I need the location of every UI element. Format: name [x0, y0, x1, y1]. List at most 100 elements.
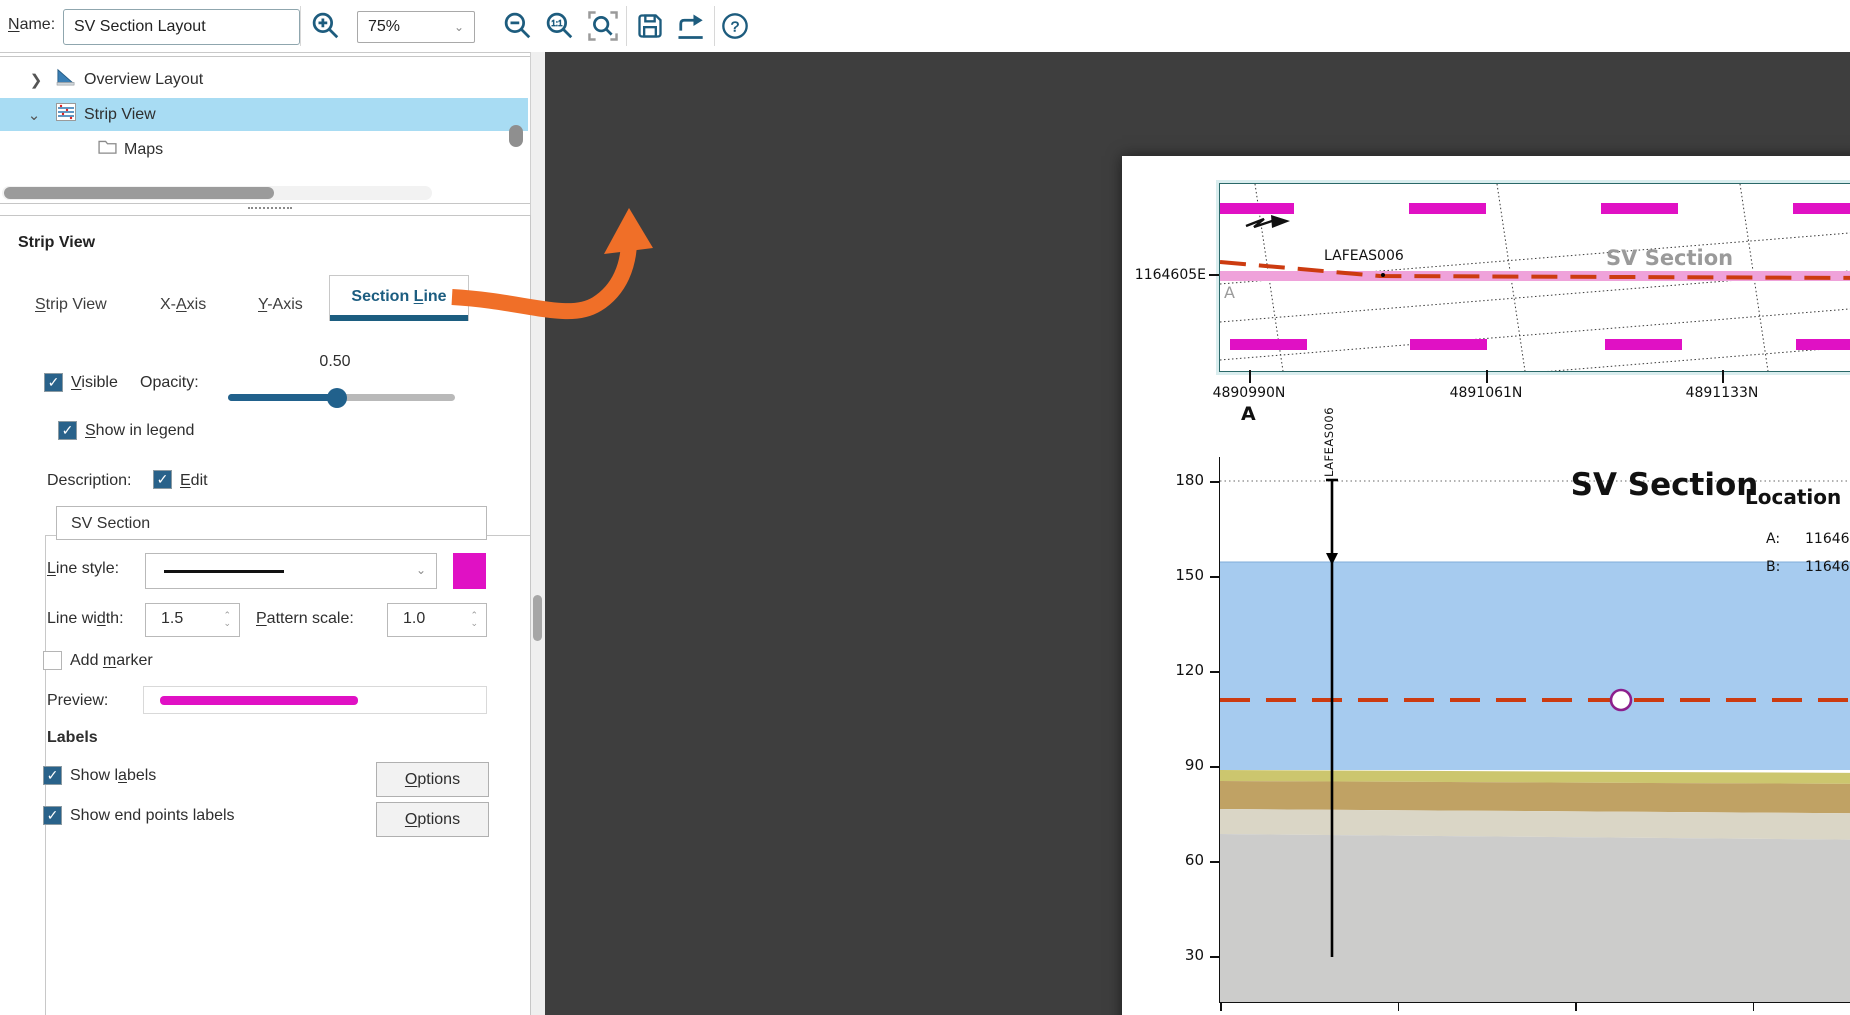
help-icon[interactable]: ?: [718, 10, 752, 42]
export-icon[interactable]: [671, 10, 709, 42]
strip-view-icon: [54, 103, 78, 126]
x-tick-mark: [1753, 1002, 1755, 1011]
line-color-swatch[interactable]: [453, 553, 486, 589]
layout-tree: ❯ Overview Layout ⌄ Strip View Maps: [0, 56, 531, 204]
map-end-a: A: [1241, 403, 1256, 425]
map-well-dot: [1381, 273, 1385, 277]
y-tick-mark: [1210, 576, 1219, 578]
zoom-fit-icon[interactable]: [584, 10, 622, 42]
line-style-sample: [164, 570, 284, 573]
line-style-select[interactable]: ⌄: [145, 553, 437, 589]
zoom-out-icon[interactable]: [500, 10, 536, 42]
tree-item-overview-layout[interactable]: ❯ Overview Layout: [0, 63, 528, 96]
vertical-gutter: [530, 52, 546, 1015]
pattern-scale-spinner[interactable]: 1.0 ⌃⌄: [387, 603, 487, 637]
tree-hscroll-thumb[interactable]: [4, 187, 274, 199]
layout-canvas: LAFEAS006 SV Section LAFEAS007 A B 11646…: [545, 52, 1850, 1015]
chevron-down-icon[interactable]: ⌄: [24, 106, 44, 124]
map-x-tick: [1249, 370, 1251, 383]
y-tick-mark: [1210, 956, 1219, 958]
active-tab-indicator: [330, 315, 468, 321]
tree-item-strip-view[interactable]: ⌄ Strip View: [0, 98, 528, 131]
x-tick-mark: [1220, 1002, 1222, 1011]
north-arrow-icon: [1244, 212, 1294, 238]
show-labels-checkbox[interactable]: ✓: [43, 766, 62, 785]
labels-header: Labels: [47, 729, 98, 747]
spinner-arrows-icon[interactable]: ⌃⌄: [223, 611, 231, 627]
zoom-in-icon[interactable]: [308, 10, 344, 42]
y-tick-label: 150: [1164, 566, 1204, 584]
application-window: Name: SV Section Layout 75% ⌄ 1:1: [0, 0, 1850, 1015]
map-well-label-left: LAFEAS006: [1324, 248, 1404, 264]
section-plot: SV Section Location A: 1164605, 4890984 …: [1219, 457, 1850, 1003]
visible-label: Visible: [71, 374, 118, 392]
map-corner-a: A: [1224, 283, 1235, 302]
location-header: Location: [1745, 485, 1841, 509]
show-end-points-options-button[interactable]: Options: [376, 802, 489, 837]
opacity-slider-fill: [228, 394, 337, 401]
section-layers: [1220, 457, 1850, 1002]
vertical-scroll-thumb[interactable]: [533, 595, 542, 641]
pattern-scale-value: 1.0: [403, 610, 425, 628]
tab-y-axis[interactable]: Y-Axis: [258, 296, 303, 314]
tab-section-line[interactable]: Section Line: [329, 275, 469, 321]
preview-label: Preview:: [47, 692, 108, 710]
location-b-value: 1164643, 4891253: [1805, 559, 1850, 575]
map-x-tick: [1722, 370, 1724, 383]
zoom-level-value: 75%: [368, 18, 400, 36]
y-tick-label: 30: [1164, 946, 1204, 964]
line-width-spinner[interactable]: 1.5 ⌃⌄: [145, 603, 240, 637]
description-input[interactable]: SV Section: [56, 506, 487, 540]
add-marker-label: Add marker: [70, 652, 153, 670]
tree-item-maps[interactable]: Maps: [0, 133, 528, 166]
tree-vscroll-thumb[interactable]: [509, 125, 523, 147]
chevron-right-icon[interactable]: ❯: [26, 71, 46, 89]
panel-title: Strip View: [18, 234, 95, 252]
add-marker-checkbox[interactable]: [43, 651, 62, 670]
svg-text:1:1: 1:1: [551, 19, 563, 28]
tree-item-label: Maps: [124, 141, 163, 159]
visible-checkbox[interactable]: ✓: [44, 373, 63, 392]
tab-x-axis[interactable]: X-Axis: [160, 296, 206, 314]
folder-icon: [96, 140, 118, 160]
map-x-tick: [1486, 370, 1488, 383]
spinner-arrows-icon[interactable]: ⌃⌄: [470, 611, 478, 627]
opacity-value: 0.50: [300, 353, 370, 371]
name-label: Name:: [8, 16, 55, 34]
location-a-value: 1164605, 4890984: [1805, 531, 1850, 547]
zoom-one-to-one-icon[interactable]: 1:1: [541, 10, 579, 42]
edit-checkbox[interactable]: ✓: [153, 470, 172, 489]
opacity-slider-knob[interactable]: [327, 388, 347, 408]
line-width-value: 1.5: [161, 610, 183, 628]
show-end-points-checkbox[interactable]: ✓: [43, 806, 62, 825]
y-tick-mark: [1210, 766, 1219, 768]
map-x-label: 4891061N: [1441, 385, 1531, 401]
show-labels-options-button[interactable]: Options: [376, 762, 489, 797]
preview-line-sample: [160, 696, 358, 705]
tree-item-label: Overview Layout: [84, 71, 203, 89]
x-tick-mark: [1398, 1002, 1400, 1011]
description-label: Description:: [47, 472, 131, 490]
location-b-label: B:: [1766, 559, 1780, 575]
show-in-legend-label: Show in legend: [85, 422, 194, 440]
opacity-label: Opacity:: [140, 374, 199, 392]
location-a-label: A:: [1766, 531, 1780, 547]
map-alignment-line: [1220, 184, 1850, 371]
tab-strip-view[interactable]: Strip View: [35, 296, 107, 314]
tree-item-label: Strip View: [84, 106, 156, 124]
show-in-legend-checkbox[interactable]: ✓: [58, 421, 77, 440]
pattern-scale-label: Pattern scale:: [256, 610, 354, 628]
layout-page: LAFEAS006 SV Section LAFEAS007 A B 11646…: [1122, 156, 1850, 1015]
show-end-points-label: Show end points labels: [70, 807, 235, 825]
save-icon[interactable]: [632, 10, 668, 42]
map-x-label: 4890990N: [1204, 385, 1294, 401]
map-section-label: SV Section: [1606, 246, 1733, 270]
layout-name-input[interactable]: SV Section Layout: [63, 9, 300, 45]
line-width-label: Line width:: [47, 610, 124, 628]
set-square-icon: [54, 68, 78, 91]
line-style-label: Line style:: [47, 560, 119, 578]
edit-label: Edit: [180, 472, 208, 490]
preview-field: [143, 686, 487, 714]
zoom-level-select[interactable]: 75% ⌄: [357, 11, 475, 43]
map-x-label: 4891133N: [1677, 385, 1767, 401]
